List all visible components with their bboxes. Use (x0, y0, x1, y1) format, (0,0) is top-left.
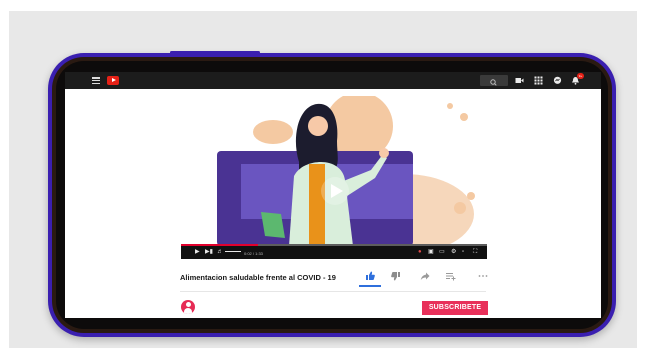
notification-badge: 9+ (577, 73, 584, 79)
volume-slider[interactable] (225, 251, 241, 252)
video-camera-icon[interactable] (515, 76, 524, 85)
settings-icon[interactable]: ⚙ (451, 249, 456, 256)
video-player[interactable] (181, 96, 487, 259)
like-active-indicator (359, 285, 381, 287)
notification-count: 9+ (578, 74, 583, 78)
autoplay-icon[interactable]: ● (418, 249, 422, 256)
volume-icon[interactable]: ♬ (217, 249, 223, 256)
subtitles-icon[interactable]: ▣ (428, 249, 434, 256)
video-title: Alimentacion saludable frente al COVID -… (180, 273, 336, 282)
fullscreen-icon[interactable]: ⛶ (473, 249, 477, 256)
hamburger-menu-icon[interactable] (92, 77, 100, 84)
thumbs-up-icon[interactable] (363, 270, 377, 282)
miniplayer-icon[interactable]: ▭ (439, 249, 445, 256)
video-progress-fill (181, 244, 258, 246)
video-progress-bar[interactable] (181, 244, 487, 246)
share-icon[interactable] (418, 270, 432, 282)
thumbs-down-icon[interactable] (389, 270, 403, 282)
divider (180, 291, 486, 292)
phone-side-button (170, 51, 260, 54)
subscribe-button[interactable]: SUBSCRIBETE (422, 301, 488, 315)
play-icon[interactable]: ▶ (195, 249, 200, 256)
theater-mode-icon[interactable]: ▫ (462, 249, 464, 256)
youtube-top-bar: 9+ (65, 72, 601, 89)
phone-screen: 9+ ▶ ▶▮ ♬ 0:02 / 1:33 ● ▣ ▭ ⚙ ▫ ⛶ Alimen… (65, 72, 601, 318)
more-icon[interactable] (476, 270, 490, 282)
apps-grid-icon[interactable] (534, 76, 543, 85)
next-icon[interactable]: ▶▮ (205, 249, 213, 256)
video-thumbnail-illustration (181, 96, 487, 259)
time-display: 0:02 / 1:33 (244, 251, 263, 256)
channel-avatar[interactable] (181, 300, 195, 314)
search-icon (490, 79, 497, 86)
search-button[interactable] (480, 75, 508, 86)
playlist-add-icon[interactable] (444, 270, 458, 282)
chat-icon[interactable] (553, 76, 562, 85)
youtube-logo-icon[interactable] (107, 76, 119, 85)
phone-side-button (177, 334, 272, 337)
